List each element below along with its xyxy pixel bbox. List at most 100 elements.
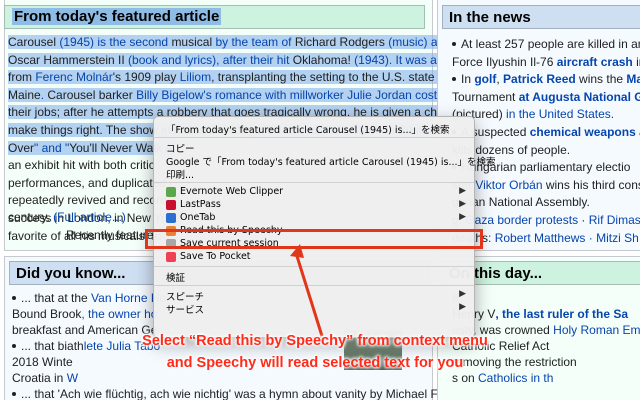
text-run: Force Ilyushin Il-76 [452, 54, 557, 69]
article-link[interactable]: by the team of [212, 35, 295, 49]
bullet-icon [12, 295, 16, 300]
text-run: in Alg [636, 54, 640, 69]
article-link[interactable]: , the last ruler of the Sa [495, 307, 628, 321]
menu-item-item-16[interactable]: サービス ▶ [154, 302, 474, 316]
text-run: wins the [575, 72, 627, 87]
article-link[interactable]: chemical weapons attack [530, 125, 640, 139]
menu-item-item-15[interactable]: スピーチ ▶ [154, 289, 474, 303]
article-link[interactable]: " and " [34, 140, 70, 155]
article-link[interactable]: aircraft crash [557, 55, 633, 69]
menu-item-google-from-today-s-featured-article-carousel-1945-is[interactable]: Google で「From today's featured article C… [154, 154, 496, 168]
submenu-arrow-icon: ▶ [459, 186, 466, 196]
text-line: 8 [452, 290, 640, 306]
text-line: Oscar Hammerstein II (book and lyrics), … [8, 52, 474, 70]
submenu-arrow-icon: ▶ [459, 199, 466, 209]
article-link[interactable]: Viktor Orbán [475, 178, 542, 192]
menu-separator [154, 182, 474, 183]
text-run: , transplanting the setting to the U.S. … [211, 70, 448, 85]
text-run: Over [8, 140, 35, 155]
text-run: Carousel barker [47, 87, 133, 102]
evernote-icon [166, 187, 176, 197]
text-run: , [496, 72, 504, 87]
menu-item-save-to-pocket[interactable]: Save To Pocket [154, 251, 474, 264]
caption-line-2: and Speechy will read selected text for … [166, 355, 464, 371]
submenu-arrow-icon: ▶ [459, 212, 466, 222]
menu-separator [154, 285, 474, 286]
menu-item-evernote-web-clipper[interactable]: Evernote Web Clipper ▶ [154, 186, 474, 199]
text-run: ... that biath [21, 339, 84, 353]
featured-article-footer: century. (Full article...) [8, 210, 126, 224]
article-link[interactable]: Patrick Reed [503, 72, 576, 86]
text-run: At least 257 people are killed in an Alg… [461, 37, 640, 51]
bullet-icon [452, 41, 456, 46]
text-line: Henry V, the last ruler of the Sa [452, 306, 640, 322]
article-link[interactable]: Rif Dimas [589, 213, 640, 227]
text-run: repeatedly revived and recorde [8, 193, 174, 208]
article-link[interactable]: Gaza border protests [465, 213, 578, 227]
menu-item-item-13[interactable]: 検証 [154, 270, 474, 284]
menu-item-from-today-s-featured-article-carousel-1945-is[interactable]: 「From today's featured article Carousel … [154, 122, 474, 136]
text-run: Tournament [452, 89, 516, 104]
text-run: In [461, 72, 475, 87]
featured-article-header: From today's featured article [4, 5, 425, 29]
menu-item-lastpass[interactable]: LastPass ▶ [154, 199, 474, 212]
in-the-news-text: At least 257 people are killed in an Alg… [452, 36, 640, 247]
article-link[interactable]: (1945) is the second [56, 35, 172, 49]
text-run: performances, and duplicated i [8, 175, 173, 190]
article-link[interactable]: Liliom [179, 70, 212, 85]
article-link[interactable]: Masters [626, 72, 640, 86]
menu-item-label: 印刷... [166, 170, 195, 181]
text-run: Richard Rodgers [294, 35, 385, 49]
text-run: Oscar Hammerstein II [8, 52, 125, 67]
article-link[interactable]: W [67, 371, 78, 385]
article-link[interactable]: at Augusta National Golf C [515, 90, 640, 104]
text-run: from [8, 70, 36, 85]
text-line: Maine. Carousel barker Billy Bigelow's r… [8, 87, 468, 105]
menu-item-label: 「From today's featured article Carousel … [166, 125, 450, 136]
in-the-news-heading: In the news [442, 5, 640, 29]
article-link[interactable]: Billy Bigelow's romance with millworker … [132, 87, 468, 102]
article-link[interactable]: , the owner ho [81, 307, 157, 321]
century-text: century. [8, 210, 50, 224]
speechy-highlight-outline [145, 229, 483, 249]
browser-page: From today's featured article Carousel (… [0, 0, 640, 400]
article-link[interactable]: golf [474, 72, 496, 86]
text-run: Carousel [8, 35, 57, 49]
text-line: garian National Assembly. [452, 194, 640, 212]
text-run: 2018 Winte [12, 355, 73, 369]
text-run: Croatia in [12, 371, 67, 385]
menu-separator [154, 137, 474, 138]
text-run: Maine [8, 87, 41, 102]
bullet-icon [12, 391, 16, 396]
text-run: · [578, 212, 589, 227]
text-line: ... that 'Ach wie flüchtig, ach wie nich… [12, 386, 486, 400]
article-link[interactable]: : Robert Matthews · Mitzi Sh [488, 231, 639, 245]
bullet-icon [452, 77, 456, 82]
full-article-link[interactable]: (Full article...) [53, 210, 126, 224]
instruction-caption: Select “Read this by Speechy” from conte… [80, 330, 550, 374]
text-run: ... that at the [21, 291, 92, 305]
menu-item-label: Google で「From today's featured article C… [166, 157, 496, 168]
menu-item-item-2[interactable]: コピー [154, 141, 474, 155]
article-link[interactable]: in the United States. [503, 107, 614, 121]
article-link[interactable]: Ferenc Molnár [35, 70, 113, 85]
pocket-icon [166, 252, 176, 262]
menu-item-label: コピー [166, 144, 195, 155]
text-run: Bound Brook [12, 307, 82, 321]
text-line: g: Gaza border protests · Rif Dimas [452, 212, 640, 230]
featured-article-heading: From today's featured article [12, 8, 222, 25]
text-line: Force Ilyushin Il-76 aircraft crash in A… [452, 54, 640, 72]
menu-item-label: サービス [166, 305, 205, 316]
menu-item-item-4[interactable]: 印刷... [154, 167, 474, 181]
submenu-arrow-icon: ▶ [459, 302, 466, 312]
lastpass-icon [166, 200, 176, 210]
article-link[interactable]: Holy Roman Empe [553, 323, 640, 337]
menu-item-label: 検証 [166, 273, 186, 284]
menu-item-label: LastPass [180, 199, 221, 210]
text-line: At least 257 people are killed in an Alg… [452, 36, 640, 54]
menu-item-onetab[interactable]: OneTab ▶ [154, 212, 474, 225]
article-link[interactable]: (book and lyrics), after their hit [124, 52, 293, 67]
text-line: A suspected chemical weapons attack [452, 124, 640, 142]
menu-item-label: Save To Pocket [180, 251, 251, 262]
menu-item-label: スピーチ [166, 292, 205, 303]
